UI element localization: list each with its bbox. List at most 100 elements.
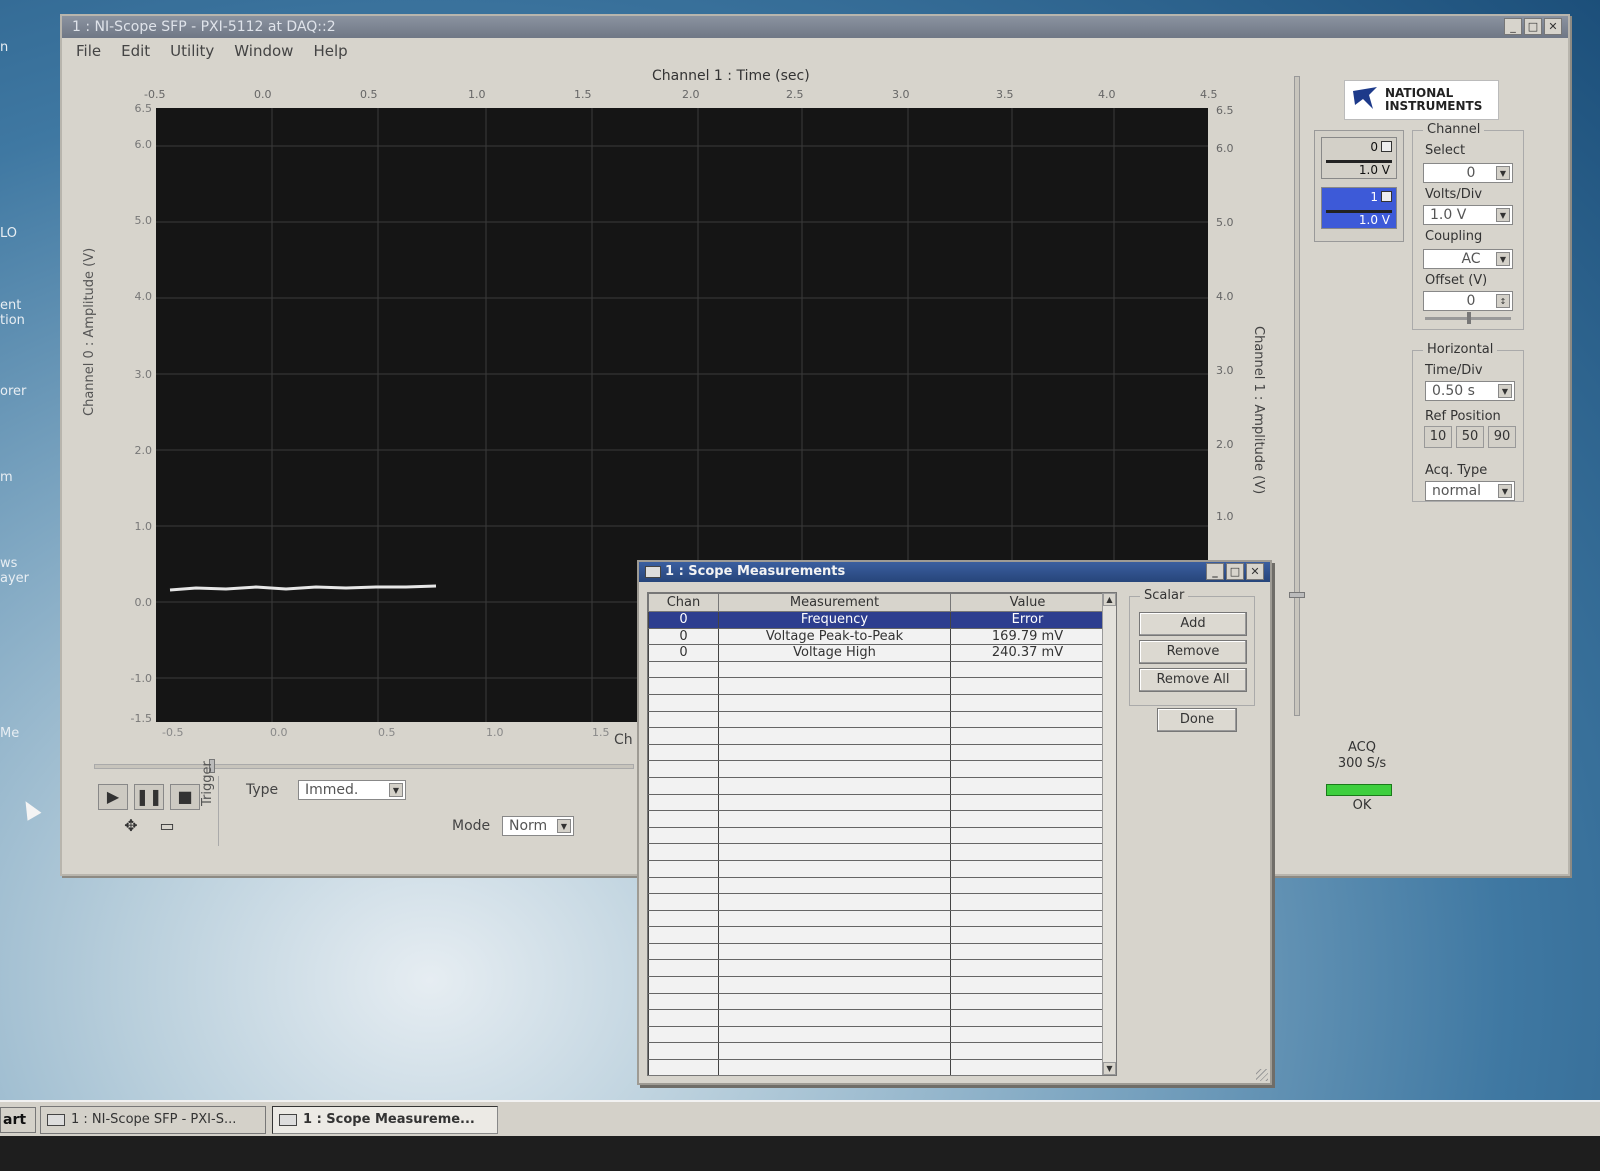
channel-select[interactable]: 0 ▼	[1423, 163, 1513, 183]
minimize-icon[interactable]: _	[1206, 563, 1224, 580]
table-row-empty[interactable]	[648, 893, 1105, 911]
table-row-empty[interactable]	[648, 877, 1105, 895]
table-row-empty[interactable]	[648, 943, 1105, 961]
table-row-empty[interactable]	[648, 1009, 1105, 1027]
add-button[interactable]: Add	[1139, 612, 1247, 636]
chevron-down-icon[interactable]: ▼	[1498, 384, 1512, 398]
menu-help[interactable]: Help	[313, 42, 347, 60]
slider-thumb[interactable]	[1467, 312, 1471, 324]
remove-button[interactable]: Remove	[1139, 640, 1247, 664]
coupling-select[interactable]: AC ▼	[1423, 249, 1513, 269]
table-row-empty[interactable]	[648, 1026, 1105, 1044]
column-header-value[interactable]: Value	[950, 593, 1105, 612]
done-button[interactable]: Done	[1157, 708, 1237, 732]
taskbar-item-scope-sfp[interactable]: 1 : NI-Scope SFP - PXI-S...	[40, 1106, 266, 1134]
volts-div-select[interactable]: 1.0 V ▼	[1423, 205, 1513, 225]
remove-all-button[interactable]: Remove All	[1139, 668, 1247, 692]
table-row-empty[interactable]	[648, 860, 1105, 878]
acq-type-select[interactable]: normal ▼	[1425, 481, 1515, 501]
channel-enable-checkbox[interactable]	[1381, 141, 1392, 152]
chevron-down-icon[interactable]: ▼	[389, 783, 403, 797]
table-row-empty[interactable]	[648, 926, 1105, 944]
chevron-up-icon[interactable]: ▲	[1103, 593, 1116, 606]
close-icon[interactable]: ✕	[1246, 563, 1264, 580]
time-div-select[interactable]: 0.50 s ▼	[1425, 381, 1515, 401]
table-row-empty[interactable]	[648, 777, 1105, 795]
run-button[interactable]: ▶	[98, 784, 128, 810]
ref-position-90-button[interactable]: 90	[1488, 426, 1516, 448]
table-row-empty[interactable]	[648, 661, 1105, 679]
table-row-empty[interactable]	[648, 1042, 1105, 1061]
ruler-icon[interactable]: ▭	[152, 814, 182, 840]
column-header-measurement[interactable]: Measurement	[718, 593, 951, 612]
table-row-empty[interactable]	[648, 711, 1105, 729]
maximize-icon[interactable]: □	[1524, 18, 1542, 35]
table-row-empty[interactable]	[648, 959, 1105, 978]
channel-enable-checkbox[interactable]	[1381, 191, 1392, 202]
table-row-empty[interactable]	[648, 760, 1105, 778]
column-header-chan[interactable]: Chan	[648, 593, 719, 612]
cell-chan: 0	[648, 611, 719, 629]
desktop-label: n	[0, 40, 9, 55]
trigger-mode-select[interactable]: Norm ▼	[502, 816, 574, 836]
table-row-empty[interactable]	[648, 677, 1105, 695]
table-row-empty[interactable]	[648, 993, 1105, 1011]
taskbar-item-measurements[interactable]: 1 : Scope Measureme...	[272, 1106, 498, 1134]
y-tick-right: 5.0	[1216, 216, 1234, 229]
desktop-label: ent	[0, 298, 22, 313]
table-row[interactable]: 0 Voltage High 240.37 mV	[648, 644, 1105, 662]
trigger-label: Trigger	[200, 761, 215, 806]
minimize-icon[interactable]: _	[1504, 18, 1522, 35]
menu-window[interactable]: Window	[234, 42, 293, 60]
chevron-down-icon[interactable]: ▼	[1496, 166, 1510, 180]
ref-position-label: Ref Position	[1425, 409, 1501, 424]
channel-0-indicator[interactable]: 0 1.0 V	[1321, 137, 1397, 179]
chevron-down-icon[interactable]: ▼	[1103, 1062, 1116, 1075]
table-row-empty[interactable]	[648, 810, 1105, 828]
empty-cell	[648, 1059, 719, 1075]
ref-position-10-button[interactable]: 10	[1424, 426, 1452, 448]
table-row-empty[interactable]	[648, 694, 1105, 712]
table-row-empty[interactable]	[648, 910, 1105, 928]
table-scrollbar[interactable]: ▲ ▼	[1102, 593, 1116, 1075]
maximize-icon[interactable]: □	[1226, 563, 1244, 580]
resize-grip-icon[interactable]	[1256, 1069, 1268, 1081]
trigger-type-select[interactable]: Immed. ▼	[298, 780, 406, 800]
table-row-empty[interactable]	[648, 1059, 1105, 1075]
offset-slider[interactable]	[1425, 312, 1511, 324]
empty-cell	[648, 694, 719, 712]
stop-button[interactable]: ■	[170, 784, 200, 810]
empty-cell	[950, 910, 1105, 928]
stepper-arrows-icon[interactable]: ↕	[1496, 294, 1510, 308]
table-row-empty[interactable]	[648, 727, 1105, 745]
vertical-offset-slider[interactable]	[1289, 76, 1305, 716]
table-row-empty[interactable]	[648, 794, 1105, 812]
menu-utility[interactable]: Utility	[170, 42, 214, 60]
chevron-down-icon[interactable]: ▼	[557, 819, 571, 833]
table-row[interactable]: 0 Frequency Error	[648, 611, 1105, 629]
empty-cell	[648, 827, 719, 845]
slider-thumb[interactable]	[1289, 592, 1305, 598]
main-titlebar[interactable]: 1 : NI-Scope SFP - PXI-5112 at DAQ::2 _ …	[62, 16, 1568, 38]
start-button[interactable]: art	[0, 1107, 36, 1133]
table-row-empty[interactable]	[648, 827, 1105, 845]
pan-icon[interactable]: ✥	[116, 814, 146, 840]
chevron-down-icon[interactable]: ▼	[1496, 252, 1510, 266]
y-tick-left: 4.0	[134, 290, 153, 303]
channel-1-indicator[interactable]: 1 1.0 V	[1321, 187, 1397, 229]
chevron-down-icon[interactable]: ▼	[1498, 484, 1512, 498]
table-row[interactable]: 0 Voltage Peak-to-Peak 169.79 mV	[648, 628, 1105, 646]
close-icon[interactable]: ✕	[1544, 18, 1562, 35]
horizontal-position-slider[interactable]	[94, 759, 634, 773]
measurements-titlebar[interactable]: 1 : Scope Measurements _ □ ✕	[639, 562, 1270, 582]
table-row-empty[interactable]	[648, 744, 1105, 762]
ref-position-50-button[interactable]: 50	[1456, 426, 1484, 448]
empty-cell	[950, 877, 1105, 895]
table-row-empty[interactable]	[648, 843, 1105, 861]
offset-stepper[interactable]: 0 ↕	[1423, 291, 1513, 311]
table-row-empty[interactable]	[648, 976, 1105, 994]
chevron-down-icon[interactable]: ▼	[1496, 208, 1510, 222]
menu-edit[interactable]: Edit	[121, 42, 150, 60]
pause-button[interactable]: ❚❚	[134, 784, 164, 810]
menu-file[interactable]: File	[76, 42, 101, 60]
